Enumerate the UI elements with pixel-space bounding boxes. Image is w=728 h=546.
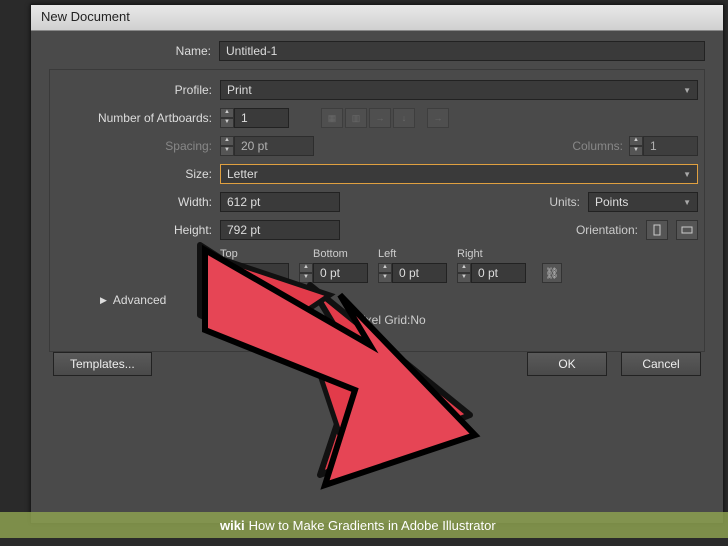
width-label: Width: [50,195,220,209]
size-value: Letter [227,167,258,181]
advanced-toggle[interactable]: ▶ Advanced [100,293,698,307]
profile-value: Print [227,83,252,97]
columns-stepper[interactable]: ▲▼ [629,136,643,156]
wikihow-banner: wiki How to Make Gradients in Adobe Illu… [0,512,728,538]
artboards-label: Number of Artboards: [50,111,220,125]
units-value: Points [595,195,628,209]
profile-dropdown[interactable]: Print ▼ [220,80,698,100]
artboards-field[interactable] [234,108,289,128]
arrange-grid-row-icon: ▦ [321,108,343,128]
bleed-top-stepper[interactable]: ▲▼ [220,263,234,283]
info-line: ign to Pixel Grid:No [50,313,698,327]
ok-button[interactable]: OK [527,352,607,376]
banner-text: How to Make Gradients in Adobe Illustrat… [249,518,496,533]
arrange-rtl-icon: → [427,108,449,128]
spacing-label: Spacing: [50,139,220,153]
chevron-down-icon: ▼ [683,198,691,207]
spacing-field[interactable] [234,136,314,156]
dialog-content: Name: Profile: Print ▼ Number of Artboar… [31,31,723,388]
width-field[interactable] [220,192,340,212]
name-field[interactable] [219,41,705,61]
link-bleed-icon[interactable]: ⛓ [542,263,562,283]
spacing-stepper[interactable]: ▲▼ [220,136,234,156]
bleed-group: Top ▲▼ Bottom ▲▼ Left ▲▼ [220,248,698,283]
bleed-right-field[interactable] [471,263,526,283]
bleed-left-stepper[interactable]: ▲▼ [378,263,392,283]
columns-label: Columns: [572,139,623,153]
height-field[interactable] [220,220,340,240]
cancel-button[interactable]: Cancel [621,352,701,376]
bleed-top-label: Top [220,248,289,260]
arrange-row-icon: → [369,108,391,128]
arrange-grid-col-icon: ▥ [345,108,367,128]
wikihow-logo: wiki [220,518,245,533]
name-label: Name: [49,44,219,58]
dialog-title: New Document [31,5,723,31]
dialog-footer: Templates... OK Cancel [49,352,705,376]
bleed-left-label: Left [378,248,447,260]
arrange-col-icon: ↓ [393,108,415,128]
chevron-down-icon: ▼ [683,170,691,179]
bleed-right-stepper[interactable]: ▲▼ [457,263,471,283]
advanced-label: Advanced [113,293,166,307]
chevron-down-icon: ▼ [683,86,691,95]
profile-label: Profile: [50,83,220,97]
bleed-bottom-stepper[interactable]: ▲▼ [299,263,313,283]
bleed-top-field[interactable] [234,263,289,283]
bleed-bottom-label: Bottom [313,248,368,260]
units-dropdown[interactable]: Points ▼ [588,192,698,212]
new-document-dialog: New Document Name: Profile: Print ▼ Numb… [30,4,724,524]
bleed-bottom-field[interactable] [313,263,368,283]
artboards-stepper[interactable]: ▲▼ [220,108,234,128]
templates-button[interactable]: Templates... [53,352,152,376]
settings-panel: Profile: Print ▼ Number of Artboards: ▲▼… [49,69,705,352]
columns-field[interactable] [643,136,698,156]
orientation-portrait-button[interactable] [646,220,668,240]
height-label: Height: [50,223,220,237]
orientation-label: Orientation: [576,223,638,237]
bleed-left-field[interactable] [392,263,447,283]
size-dropdown[interactable]: Letter ▼ [220,164,698,184]
size-label: Size: [50,167,220,181]
triangle-right-icon: ▶ [100,295,107,306]
units-label: Units: [549,195,580,209]
orientation-landscape-button[interactable] [676,220,698,240]
bleed-right-label: Right [457,248,526,260]
